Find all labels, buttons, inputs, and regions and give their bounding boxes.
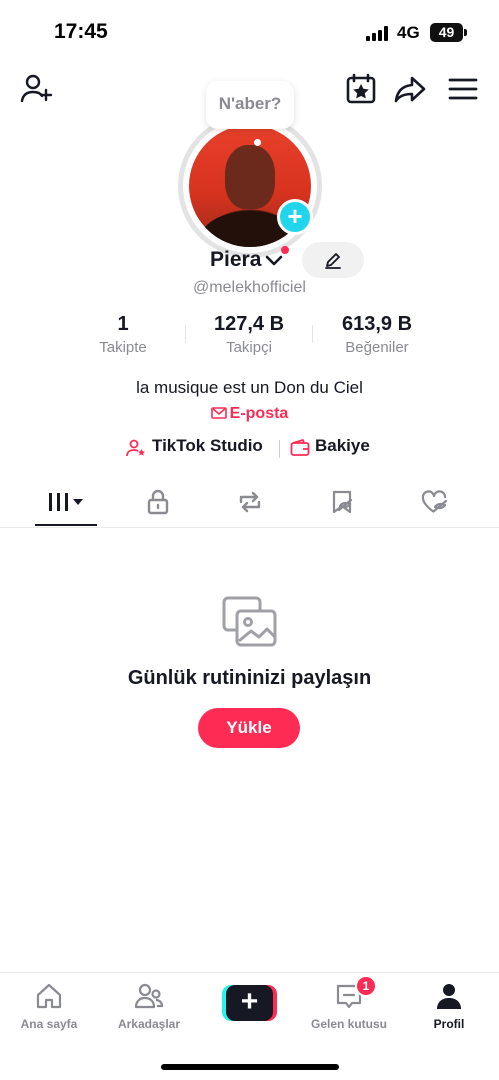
- profile-bio: la musique est un Don du Ciel: [136, 378, 363, 397]
- balance-link[interactable]: Bakiye: [290, 436, 370, 456]
- home-icon: [36, 983, 62, 1009]
- stat-value: 1: [117, 313, 129, 335]
- tab-favorites[interactable]: [312, 484, 372, 524]
- hamburger-menu-icon[interactable]: [446, 72, 480, 106]
- mail-icon: [210, 407, 227, 419]
- share-icon[interactable]: [393, 72, 427, 106]
- nav-label: Profil: [433, 1017, 465, 1031]
- battery-icon: 49: [430, 23, 463, 42]
- create-button[interactable]: +: [222, 985, 277, 1021]
- notification-dot: [281, 246, 289, 254]
- nav-profile[interactable]: Profil: [401, 981, 497, 1041]
- friends-icon: [134, 983, 164, 1009]
- liked-hidden-icon: [421, 490, 448, 513]
- inbox-badge: 1: [355, 975, 377, 997]
- chevron-down-icon[interactable]: [265, 254, 283, 268]
- battery-nub: [464, 29, 467, 36]
- repost-icon: [239, 491, 261, 513]
- lock-icon: [147, 489, 169, 515]
- stat-value: 127,4 B: [213, 313, 285, 335]
- tab-videos[interactable]: [36, 484, 96, 524]
- divider: [185, 325, 186, 343]
- favorites-hidden-icon: [332, 490, 353, 514]
- note-bubble-tail: [254, 139, 261, 146]
- nav-home[interactable]: Ana sayfa: [1, 981, 97, 1041]
- stat-label: Beğeniler: [345, 339, 409, 356]
- photos-icon: [222, 596, 277, 647]
- tab-reposts[interactable]: [220, 484, 280, 524]
- network-label: 4G: [397, 23, 420, 42]
- stat-label: Takipte: [99, 339, 147, 356]
- note-bubble[interactable]: N'aber?: [206, 81, 294, 129]
- signal-icon: [366, 26, 390, 41]
- stat-value: 613,9 B: [341, 313, 413, 335]
- pencil-icon: [325, 253, 341, 269]
- profile-stats: 1 Takipte 127,4 B Takipçi 613,9 B Beğeni…: [62, 313, 442, 361]
- videos-grid-icon: [49, 493, 83, 511]
- calendar-star-icon[interactable]: [344, 72, 378, 106]
- wallet-icon: [290, 439, 310, 456]
- add-story-button[interactable]: +: [277, 199, 313, 235]
- email-label: E-posta: [229, 405, 289, 422]
- balance-label: Bakiye: [315, 436, 370, 455]
- stat-following[interactable]: 1 Takipte: [62, 313, 184, 356]
- profile-name-row: Piera: [0, 242, 499, 278]
- tab-private[interactable]: [128, 484, 188, 524]
- stat-label: Takipçi: [226, 339, 272, 356]
- email-link[interactable]: E-posta: [0, 405, 499, 423]
- divider: [279, 440, 280, 458]
- profile-handle: @melekhofficiel: [193, 279, 306, 296]
- nav-label: Ana sayfa: [20, 1017, 78, 1031]
- nav-inbox[interactable]: Gelen kutusu: [301, 981, 397, 1041]
- stat-likes[interactable]: 613,9 B Beğeniler: [316, 313, 438, 356]
- tab-liked[interactable]: [404, 484, 464, 524]
- stat-followers[interactable]: 127,4 B Takipçi: [188, 313, 310, 356]
- status-time: 17:45: [54, 20, 108, 43]
- profile-tabs: [0, 478, 499, 528]
- profile-links: TikTok Studio Bakiye: [0, 436, 499, 462]
- person-add-icon[interactable]: [19, 72, 53, 106]
- tiktok-studio-label: TikTok Studio: [152, 436, 263, 455]
- upload-button[interactable]: Yükle: [198, 708, 300, 748]
- plus-icon: +: [226, 985, 273, 1021]
- nav-label: Arkadaşlar: [117, 1017, 181, 1031]
- nav-label: Gelen kutusu: [310, 1017, 387, 1031]
- empty-state-title: Günlük rutininizi paylaşın: [127, 667, 372, 689]
- person-star-icon: [126, 439, 145, 457]
- edit-profile-button[interactable]: [302, 242, 364, 278]
- status-bar: 17:45 4G 49: [0, 0, 499, 62]
- divider: [312, 325, 313, 343]
- tiktok-studio-link[interactable]: TikTok Studio: [126, 436, 263, 457]
- profile-name[interactable]: Piera: [210, 248, 261, 272]
- home-indicator: [161, 1064, 339, 1070]
- profile-icon: [437, 984, 461, 1009]
- active-tab-indicator: [35, 524, 97, 526]
- nav-friends[interactable]: Arkadaşlar: [101, 981, 197, 1041]
